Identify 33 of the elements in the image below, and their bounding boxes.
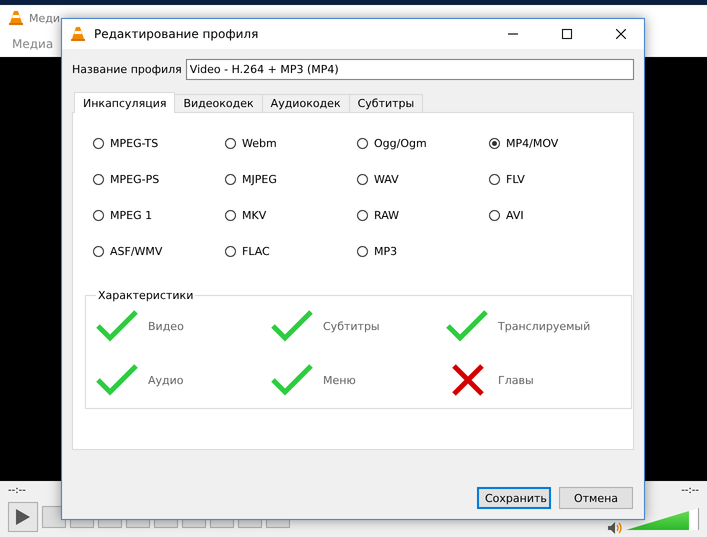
format-radio[interactable]: RAW	[357, 207, 489, 223]
profile-name-field[interactable]: Video - H.264 + MP3 (MP4)	[186, 59, 634, 80]
feature-label: Меню	[323, 374, 356, 386]
feature-label: Главы	[498, 374, 534, 386]
format-radio[interactable]: Ogg/Ogm	[357, 135, 489, 151]
format-radio[interactable]: MPEG-TS	[93, 135, 225, 151]
tab[interactable]: Инкапсуляция	[74, 92, 176, 113]
format-radio[interactable]: MPEG 1	[93, 207, 225, 223]
menu-item[interactable]: Медиа	[12, 37, 54, 51]
tab[interactable]: Субтитры	[348, 94, 424, 113]
feature-label: Видео	[148, 320, 184, 332]
elapsed-time: --:--	[8, 484, 26, 496]
format-radio[interactable]: MKV	[225, 207, 357, 223]
format-radio[interactable]: AVI	[489, 207, 621, 223]
format-radio[interactable]: MPEG-PS	[93, 171, 225, 187]
total-time: --:--	[681, 484, 699, 496]
dialog-title: Редактирование профиля	[94, 27, 260, 41]
group-title: Характеристики	[97, 289, 194, 302]
format-radio[interactable]: MJPEG	[225, 171, 357, 187]
profile-name-label: Название профиля	[72, 63, 182, 76]
format-radio[interactable]: WAV	[357, 171, 489, 187]
format-radio[interactable]: MP4/MOV	[489, 135, 621, 151]
save-button[interactable]: Сохранить	[477, 487, 551, 509]
feature-label: Аудио	[148, 374, 184, 386]
format-radio[interactable]: ASF/WMV	[93, 243, 225, 259]
feature-label: Транслируемый	[498, 320, 590, 332]
feature-label: Субтитры	[323, 320, 380, 332]
format-radio[interactable]: FLAC	[225, 243, 357, 259]
window-title: Меди	[29, 12, 60, 24]
format-radio[interactable]: MP3	[357, 243, 489, 259]
format-radio[interactable]: Webm	[225, 135, 357, 151]
format-radio[interactable]: FLV	[489, 171, 621, 187]
cancel-button[interactable]: Отмена	[559, 487, 633, 509]
